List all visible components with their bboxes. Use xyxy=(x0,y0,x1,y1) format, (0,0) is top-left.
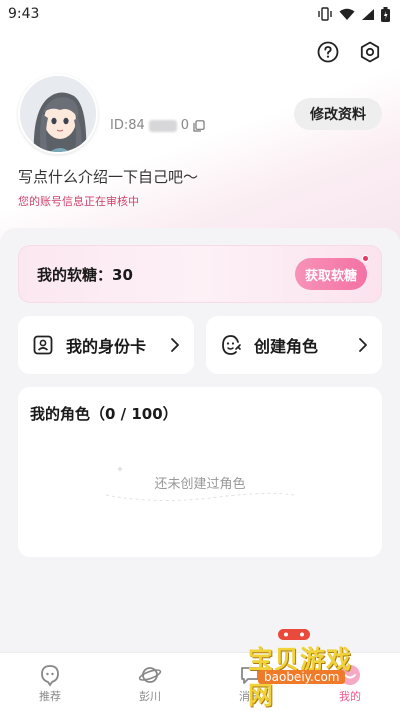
signal-icon xyxy=(362,8,374,20)
avatar[interactable] xyxy=(18,74,98,154)
recommend-icon xyxy=(37,662,63,688)
user-id-suffix: 0 xyxy=(180,118,190,133)
identity-card-tile[interactable]: 我的身份卡 xyxy=(18,316,194,374)
help-icon xyxy=(317,41,339,63)
face-icon xyxy=(220,334,242,356)
create-role-label: 创建角色 xyxy=(254,337,319,356)
tab-mine-label: 我的 xyxy=(339,690,361,703)
id-card-icon xyxy=(32,334,54,356)
status-bar: 9:43 xyxy=(0,0,400,28)
tab-recommend[interactable]: 推荐 xyxy=(0,653,100,711)
my-roles-card: 我的角色（0 / 100） 还未创建过角色 xyxy=(18,387,382,557)
chevron-right-icon xyxy=(359,338,367,352)
get-candy-label: 获取软糖 xyxy=(304,268,357,284)
copy-icon[interactable] xyxy=(193,119,205,132)
create-role-tile[interactable]: 创建角色 xyxy=(206,316,382,374)
battery-icon xyxy=(381,6,390,22)
my-roles-title: 我的角色（0 / 100） xyxy=(30,405,178,423)
identity-card-label: 我的身份卡 xyxy=(66,337,147,356)
settings-icon xyxy=(360,41,380,63)
chevron-right-icon xyxy=(171,338,179,352)
edit-profile-button[interactable]: 修改资料 xyxy=(294,98,382,130)
tab-recommend-label: 推荐 xyxy=(39,690,61,703)
tab-messages[interactable]: 消息 xyxy=(200,653,300,711)
profile-icon xyxy=(337,662,363,688)
vibrate-icon xyxy=(318,7,332,21)
tab-planet[interactable]: 彭川 xyxy=(100,653,200,711)
user-id-masked xyxy=(148,119,177,132)
empty-roles-text: 还未创建过角色 xyxy=(154,477,246,492)
review-notice: 您的账号信息正在审核中 xyxy=(18,195,139,208)
status-icons xyxy=(317,6,390,22)
tab-mine[interactable]: 我的 xyxy=(300,653,400,711)
wifi-icon xyxy=(339,8,355,20)
status-time: 9:43 xyxy=(8,6,40,22)
tab-messages-label: 消息 xyxy=(239,690,261,703)
bio-text[interactable]: 写点什么介绍一下自己吧～ xyxy=(18,166,198,187)
candy-card: 我的软糖：30 获取软糖 xyxy=(18,245,382,303)
tab-bar: 推荐 彭川 消息 我的 xyxy=(0,652,400,711)
top-actions xyxy=(316,40,382,64)
user-id: ID:84 0 xyxy=(110,118,205,133)
get-candy-button[interactable]: 获取软糖 xyxy=(295,255,369,290)
help-button[interactable] xyxy=(316,40,340,64)
user-id-label: ID:84 xyxy=(110,118,145,133)
notification-dot xyxy=(362,255,369,262)
message-icon xyxy=(237,662,263,688)
candy-balance: 我的软糖：30 xyxy=(37,265,133,284)
planet-icon xyxy=(137,662,163,688)
settings-button[interactable] xyxy=(358,40,382,64)
tab-planet-label: 彭川 xyxy=(139,690,161,703)
